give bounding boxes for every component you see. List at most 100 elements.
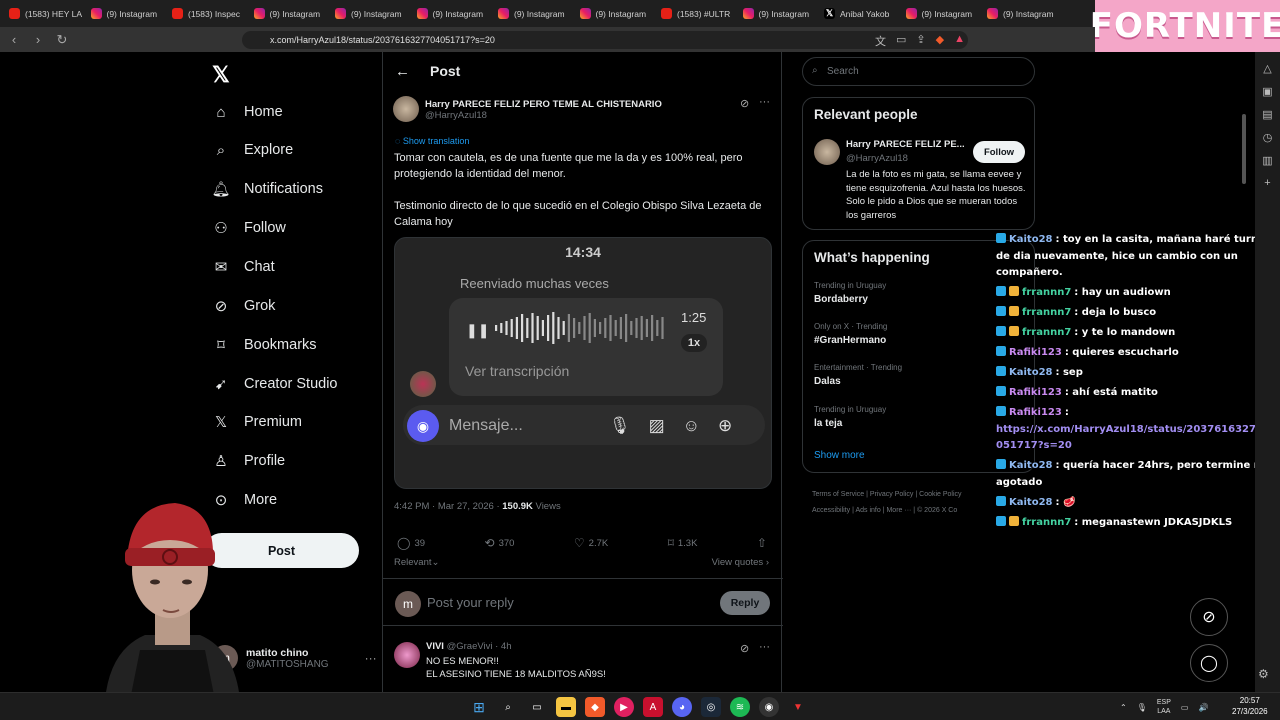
nav-item-profile[interactable]: ♙ Profile <box>212 452 285 470</box>
footer-link[interactable]: Ads info <box>855 507 880 514</box>
trend-item[interactable]: Trending in Uruguay la teja <box>814 405 886 429</box>
nav-item-chat[interactable]: ✉ Chat <box>212 258 275 276</box>
url-field[interactable]: x.com/HarryAzul18/status/203761632770405… <box>242 31 968 49</box>
nav-item-premium[interactable]: 𝕏 Premium <box>212 413 302 431</box>
nav-item-explore[interactable]: ⌕ Explore <box>212 141 293 159</box>
back-arrow-icon[interactable]: ‹ <box>4 32 24 47</box>
trend-item[interactable]: Trending in Uruguay Bordaberry <box>814 281 886 305</box>
pinned-app-icon[interactable]: ▼ <box>788 697 808 717</box>
author-handle[interactable]: @HarryAzul18 <box>425 110 662 121</box>
wallet-icon[interactable]: ▣ <box>1255 85 1280 98</box>
author-avatar[interactable] <box>393 96 419 122</box>
browser-tab[interactable]: (1583) #ULTR <box>652 0 734 27</box>
person-handle[interactable]: @HarryAzul18 <box>846 153 908 164</box>
browser-tab[interactable]: (9) Instagram <box>571 0 653 27</box>
footer-link[interactable]: Privacy Policy <box>870 491 914 498</box>
leo-icon[interactable]: △ <box>1255 62 1280 75</box>
share-icon[interactable]: ⇪ <box>916 33 925 49</box>
chat-fab-icon[interactable]: ◯ <box>1190 644 1228 682</box>
reply-avatar[interactable] <box>394 642 420 668</box>
post-time[interactable]: 4:42 PM · Mar 27, 2026 · <box>394 501 502 512</box>
brave-shield-icon[interactable]: ◆ <box>936 33 944 49</box>
show-translation-link[interactable]: ◌ Show translation <box>395 136 469 146</box>
footer-link[interactable]: © 2026 X Co <box>917 507 957 514</box>
follow-button[interactable]: Follow <box>973 141 1025 163</box>
footer-link[interactable]: Accessibility <box>812 507 850 514</box>
history-icon[interactable]: ◷ <box>1255 131 1280 144</box>
forward-arrow-icon[interactable]: › <box>28 32 48 47</box>
reload-icon[interactable]: ↻ <box>52 32 72 48</box>
grok-icon[interactable]: ⊘ <box>740 97 749 110</box>
search-icon[interactable]: ⌕ <box>498 697 518 717</box>
steam-icon[interactable]: ◎ <box>701 697 721 717</box>
volume-icon[interactable]: 🔊 <box>1198 703 1208 712</box>
browser-tab[interactable]: (9) Instagram <box>897 0 979 27</box>
system-clock[interactable]: 20:57 27/3/2026 <box>1232 695 1268 717</box>
x-logo-icon[interactable]: 𝕏 <box>212 62 230 88</box>
translate-icon[interactable]: 文 <box>875 33 886 49</box>
grok-fab-icon[interactable]: ⊘ <box>1190 598 1228 636</box>
browser-tab[interactable]: (9) Instagram <box>978 0 1060 27</box>
page-scrollbar[interactable] <box>1240 52 1248 692</box>
network-icon[interactable]: ▭ <box>1181 703 1189 712</box>
trend-item[interactable]: Entertainment · Trending Dalas <box>814 363 902 387</box>
nav-item-creator-studio[interactable]: ➹ Creator Studio <box>212 375 338 393</box>
show-more-link[interactable]: Show more <box>814 450 865 461</box>
post-author[interactable]: Harry PARECE FELIZ PERO TEME AL CHISTENA… <box>393 96 662 122</box>
reply-author[interactable]: VIVI @GraeVivi · 4h <box>426 641 512 652</box>
footer-link[interactable]: Cookie Policy <box>919 491 961 498</box>
add-panel-icon[interactable]: + <box>1255 177 1280 189</box>
nav-item-notifications[interactable]: 🔔︎ Notifications <box>211 180 323 198</box>
reply-input[interactable]: Post your reply <box>427 595 514 610</box>
person-name[interactable]: Harry PARECE FELIZ PE... <box>846 139 971 150</box>
brave-icon[interactable]: ◆ <box>585 697 605 717</box>
acrobat-icon[interactable]: A <box>643 697 663 717</box>
rewards-icon[interactable]: ▲ <box>954 33 965 49</box>
search-input[interactable]: ⌕ Search <box>802 57 1035 86</box>
microphone-icon[interactable]: 🎙 <box>1137 703 1147 712</box>
person-avatar[interactable] <box>814 139 840 165</box>
browser-tab[interactable]: 𝕏 Anibal Yakob <box>815 0 897 27</box>
browser-tab[interactable]: (9) Instagram <box>82 0 164 27</box>
browser-tab[interactable]: (9) Instagram <box>326 0 408 27</box>
nav-item-grok[interactable]: ⊘ Grok <box>212 297 276 315</box>
media-player-icon[interactable]: ▶ <box>614 697 634 717</box>
like-action[interactable]: ♡ 2.7K <box>574 536 608 550</box>
browser-tab[interactable]: (9) Instagram <box>245 0 327 27</box>
file-explorer-icon[interactable]: ▬ <box>556 697 576 717</box>
settings-gear-icon[interactable]: ⚙ <box>1258 667 1269 681</box>
sort-relevant[interactable]: Relevant⌄ <box>394 557 439 568</box>
reply-action[interactable]: ◯ 39 <box>397 536 425 550</box>
bookmarks-panel-icon[interactable]: ▥ <box>1255 154 1280 167</box>
nav-item-home[interactable]: ⌂ Home <box>212 103 282 121</box>
browser-tab[interactable]: (9) Instagram <box>734 0 816 27</box>
reply-button[interactable]: Reply <box>720 591 770 615</box>
footer-link[interactable]: Terms of Service <box>812 491 864 498</box>
view-quotes-link[interactable]: View quotes › <box>712 557 769 568</box>
browser-tab[interactable]: (9) Instagram <box>408 0 490 27</box>
task-view-icon[interactable]: ▭ <box>527 697 547 717</box>
obs-icon[interactable]: ◉ <box>759 697 779 717</box>
spotify-icon[interactable]: ≋ <box>730 697 750 717</box>
nav-item-bookmarks[interactable]: ⌑ Bookmarks <box>212 336 316 354</box>
grok-icon[interactable]: ⊘ <box>740 642 749 655</box>
back-arrow-icon[interactable]: ← <box>395 63 410 80</box>
chevron-up-icon[interactable]: ⌃ <box>1120 703 1127 712</box>
more-dots-icon[interactable]: ··· <box>365 651 377 665</box>
bookmark-action[interactable]: ⌑ 1.3K <box>668 536 698 550</box>
footer-link[interactable]: More ··· <box>886 507 911 514</box>
browser-tab[interactable]: (1583) Inspec <box>163 0 245 27</box>
more-dots-icon[interactable]: ··· <box>759 641 770 653</box>
cast-icon[interactable]: ▭ <box>896 33 906 49</box>
more-dots-icon[interactable]: ··· <box>759 96 770 108</box>
language-indicator[interactable]: ESP LAA <box>1157 698 1171 716</box>
nav-item-follow[interactable]: ⚇ Follow <box>212 219 286 237</box>
share-icon[interactable]: ⇧ <box>757 536 767 550</box>
windows-start-icon[interactable]: ⊞ <box>469 697 489 717</box>
browser-tab[interactable]: (9) Instagram <box>489 0 571 27</box>
repost-action[interactable]: ⟲ 370 <box>485 536 515 550</box>
scrollbar-thumb[interactable] <box>1242 114 1246 184</box>
reading-list-icon[interactable]: ▤ <box>1255 108 1280 121</box>
post-media[interactable]: 14:34 Reenviado muchas veces ❚❚ 1:25 1x … <box>394 237 772 489</box>
discord-icon[interactable]: ◕ <box>672 697 692 717</box>
